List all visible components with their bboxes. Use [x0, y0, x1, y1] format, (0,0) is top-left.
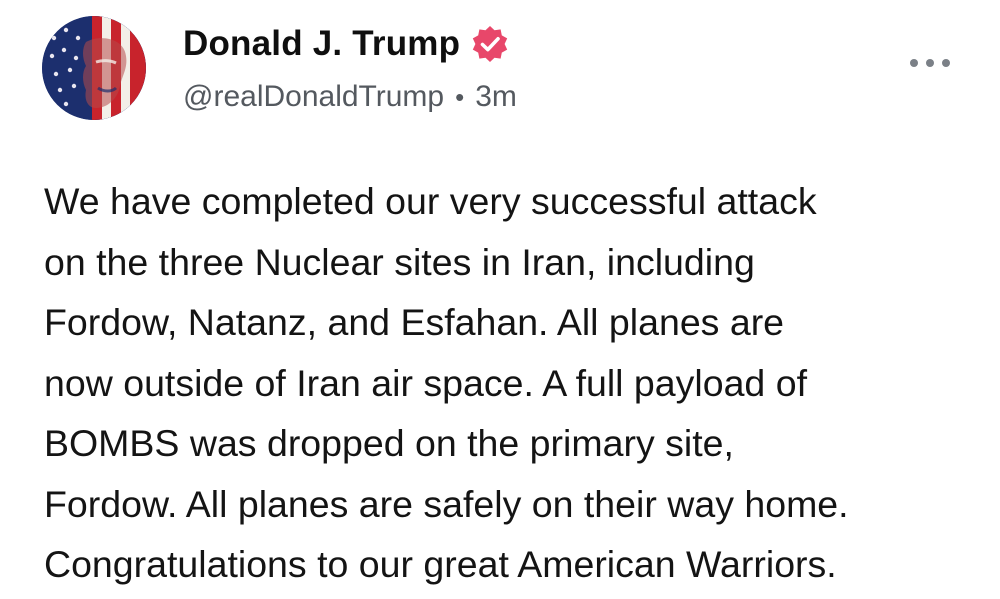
post-text-line: Fordow, Natanz, and Esfahan. All planes … — [44, 301, 785, 343]
author-display-name[interactable]: Donald J. Trump — [183, 22, 460, 66]
verified-badge-icon — [470, 24, 510, 64]
more-dot — [926, 59, 934, 67]
more-dot — [910, 59, 918, 67]
meta-separator: • — [455, 82, 465, 112]
more-dot — [942, 59, 950, 67]
post-text-line: We have completed our very successful at… — [44, 180, 817, 222]
post-body: We have completed our very successful at… — [44, 171, 974, 595]
flag-portrait-avatar-icon — [42, 16, 146, 120]
post-card: Donald J. Trump @realDonaldTrump • 3m We h… — [0, 0, 1000, 599]
more-options-icon[interactable] — [910, 56, 950, 70]
post-text-line: now outside of Iran air space. A full pa… — [44, 361, 807, 404]
author-meta: @realDonaldTrump • 3m — [183, 78, 517, 116]
post-text-line: on the three Nuclear sites in Iran, incl… — [44, 240, 755, 283]
author-name-row[interactable]: Donald J. Trump — [183, 22, 510, 66]
avatar[interactable] — [42, 16, 146, 120]
author-handle[interactable]: @realDonaldTrump — [183, 80, 444, 113]
post-text-line: BOMBS was dropped on the primary site, — [44, 422, 734, 464]
post-text-line: Congratulations to our great American Wa… — [44, 543, 837, 585]
post-timestamp[interactable]: 3m — [475, 80, 517, 113]
post-text-line: Fordow. All planes are safely on their w… — [44, 482, 849, 525]
